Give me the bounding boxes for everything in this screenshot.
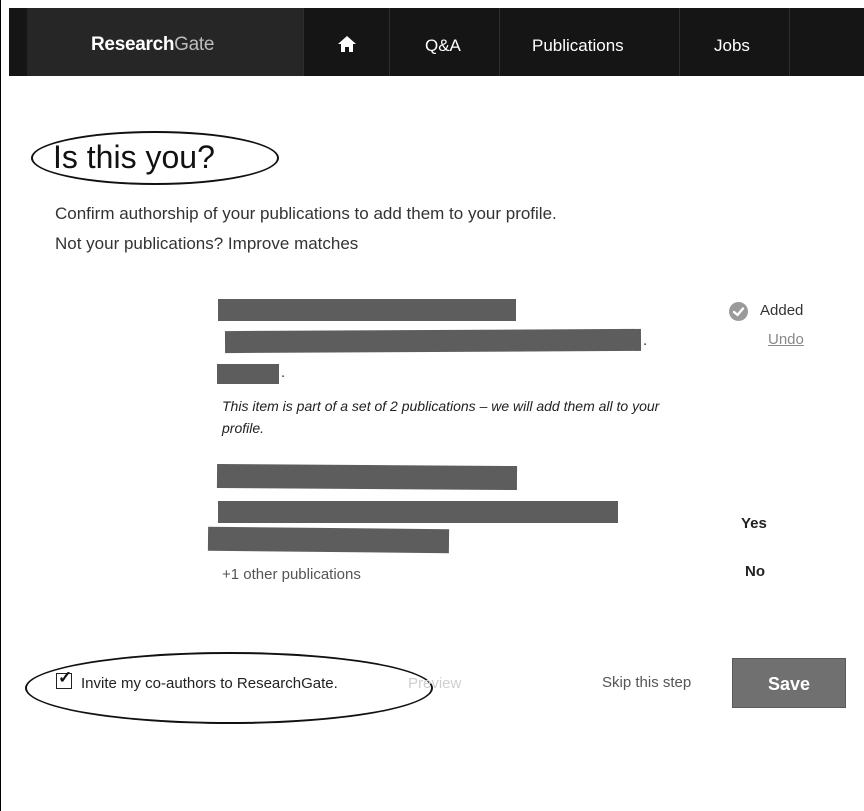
nav-divider (303, 8, 304, 76)
nav-item-publications[interactable]: Publications (532, 36, 624, 56)
page-title: Is this you? (53, 139, 215, 175)
invite-label: Invite my co-authors to ResearchGate. (81, 675, 338, 692)
brand-secondary: Gate (174, 34, 215, 55)
title-annotation: Is this you? (31, 131, 279, 185)
page-frame: ResearchGate Q&A Publications Jobs Is th… (0, 0, 864, 811)
preview-link[interactable]: Preview (408, 675, 461, 692)
checkmark-icon: ✓ (58, 668, 73, 687)
nav-divider (789, 8, 790, 76)
skip-step-link[interactable]: Skip this step (602, 674, 691, 691)
other-publications-count[interactable]: +1 other publications (222, 566, 361, 583)
yes-button[interactable]: Yes (741, 515, 767, 532)
publication-set-note: This item is part of a set of 2 publicat… (222, 398, 660, 436)
nav-item-jobs[interactable]: Jobs (714, 36, 750, 56)
redacted-publication-title (216, 463, 518, 491)
nav-divider (389, 8, 390, 76)
redacted-publication-authors (224, 328, 642, 354)
top-navbar: ResearchGate Q&A Publications Jobs (9, 8, 864, 76)
redacted-publication-source (207, 526, 450, 554)
redacted-publication-source (217, 364, 279, 384)
redaction-fragment: . (643, 332, 648, 349)
redacted-publication-authors (218, 501, 618, 523)
added-status: Added (760, 302, 804, 319)
nav-divider (499, 8, 500, 76)
redacted-publication-title (218, 299, 516, 321)
nav-divider (679, 8, 680, 76)
check-circle-icon (729, 302, 748, 321)
improve-matches-text[interactable]: Not your publications? Improve matches (55, 234, 358, 254)
home-icon[interactable] (337, 34, 357, 54)
redaction-fragment: . (281, 364, 286, 381)
brand-primary: Research (91, 34, 175, 55)
page-subtitle: Confirm authorship of your publications … (55, 204, 557, 223)
invite-checkbox[interactable]: ✓ (56, 668, 72, 689)
save-button[interactable]: Save (732, 658, 846, 708)
nav-item-qa[interactable]: Q&A (425, 36, 461, 56)
no-button[interactable]: No (745, 563, 765, 580)
brand-logo[interactable]: ResearchGate (91, 34, 214, 56)
undo-link[interactable]: Undo (768, 331, 804, 348)
